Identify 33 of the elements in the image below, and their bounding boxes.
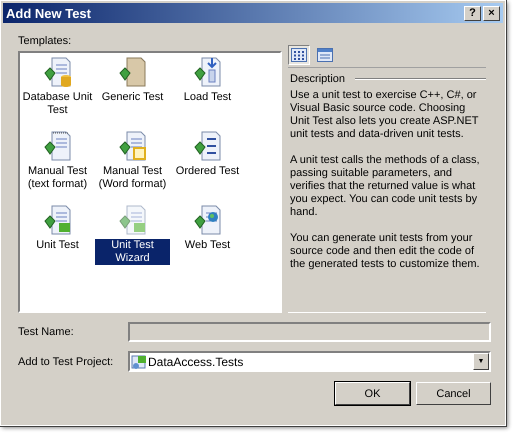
template-label[interactable]: Manual Test (text format) [20, 165, 95, 191]
test-name-label: Test Name: [18, 326, 75, 338]
details-view-button[interactable] [314, 45, 336, 65]
template-label[interactable]: Database Unit Test [20, 91, 95, 117]
template-label[interactable]: Web Test [184, 239, 232, 252]
ok-button[interactable]: OK [335, 382, 410, 405]
template-icon[interactable] [192, 204, 224, 236]
template-icon[interactable] [116, 56, 148, 88]
description-heading: Description [290, 73, 346, 85]
template-icon[interactable] [192, 130, 224, 162]
template-label[interactable]: Ordered Test [174, 165, 240, 178]
template-icon[interactable] [42, 130, 74, 162]
help-button[interactable]: ? [464, 6, 481, 20]
template-label[interactable]: Generic Test [100, 91, 164, 104]
window-title: Add New Test [6, 6, 91, 20]
template-label[interactable]: Unit Test Wizard [95, 239, 170, 265]
test-project-label: Add to Test Project: [18, 356, 114, 368]
description-text: A unit test calls the methods of a class, passing suitable parameters, and verifies that the returned value is what you expect. You can code unit tests by hand. [290, 154, 481, 219]
large-icons-button[interactable] [288, 45, 310, 65]
cancel-button[interactable]: Cancel [416, 382, 491, 405]
template-label[interactable]: Unit Test [35, 239, 80, 252]
description-text: Use a unit test to exercise C++, C#, or Visual Basic source code. Choosing Unit Test also lets you create ASP.NET unit tests and data-driven unit tests. [290, 89, 480, 141]
project-icon [131, 354, 147, 370]
close-button[interactable]: × [483, 6, 500, 20]
template-label[interactable]: Load Test [182, 91, 232, 104]
template-icon[interactable] [42, 204, 74, 236]
template-icon[interactable] [116, 130, 148, 162]
templates-label: Templates: [18, 35, 72, 48]
template-label[interactable]: Manual Test (Word format) [95, 165, 170, 191]
description-text: You can generate unit tests from your source code and then edit the code of the generated tests to customize them. [290, 232, 481, 271]
template-icon[interactable] [192, 56, 224, 88]
test-project-value: DataAccess.Tests [148, 354, 244, 368]
template-icon[interactable] [42, 56, 74, 88]
